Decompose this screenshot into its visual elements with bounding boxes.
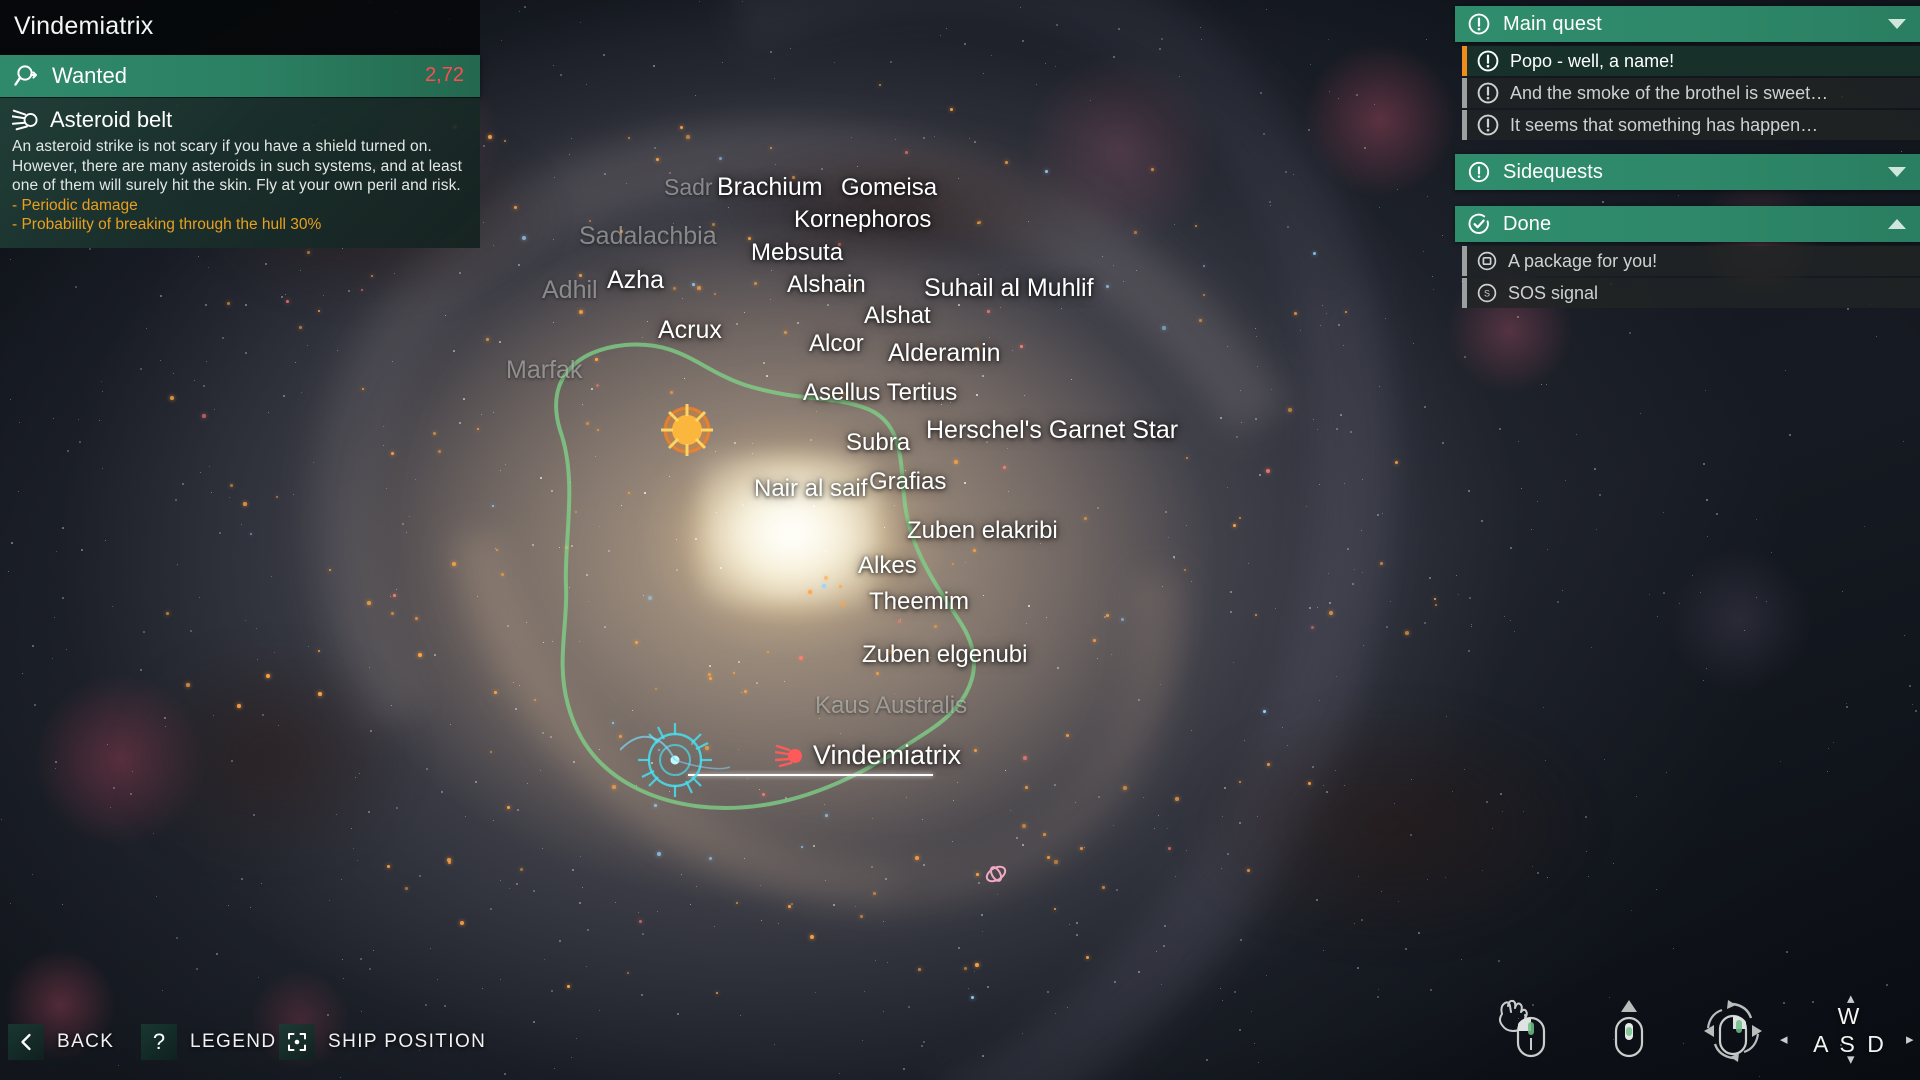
- quest-exclamation-icon: [1477, 82, 1499, 104]
- star-label-acrux[interactable]: Acrux: [658, 316, 722, 345]
- star-label-alshain[interactable]: Alshain: [787, 271, 866, 299]
- arrow-right-icon: ▸: [1906, 1031, 1914, 1048]
- arrow-left-icon: ◂: [1780, 1031, 1788, 1048]
- star-label-kornephoros[interactable]: Kornephoros: [794, 206, 931, 234]
- check-circle-icon: [1468, 213, 1490, 235]
- wanted-value: 2,72: [425, 64, 464, 86]
- star-label-grafias[interactable]: Grafias: [869, 468, 946, 496]
- arrow-up-icon: ▴: [1847, 990, 1855, 1007]
- star-label-marfak[interactable]: Marfak: [506, 356, 582, 385]
- star-label-alshat[interactable]: Alshat: [864, 302, 931, 330]
- quest-item[interactable]: Popo - well, a name!: [1462, 46, 1920, 76]
- package-icon: [1477, 251, 1497, 271]
- star-label-sadr[interactable]: Sadr: [664, 174, 713, 201]
- legend-label: LEGEND: [190, 1031, 277, 1052]
- asteroid-icon: [12, 109, 38, 131]
- wasd-row1: W: [1837, 1003, 1863, 1029]
- selected-system-underline: [688, 774, 933, 776]
- star-label-mebsuta[interactable]: Mebsuta: [751, 239, 843, 267]
- quest-item-label: Popo - well, a name!: [1510, 50, 1675, 71]
- wasd-keys-hint: W A S D ◂ ▴ ▾ ▸: [1780, 990, 1914, 1068]
- galaxy-icon-kaus-australis: [984, 862, 1008, 886]
- quest-section-gap: [1455, 194, 1920, 206]
- back-label: BACK: [57, 1031, 115, 1052]
- star-label-alderamin[interactable]: Alderamin: [888, 339, 1001, 368]
- hazard-title: Asteroid belt: [50, 107, 173, 132]
- quest-section-gap: [1455, 142, 1920, 154]
- star-label-kaus-australis[interactable]: Kaus Australis: [815, 692, 967, 720]
- chevron-up-icon[interactable]: [1888, 219, 1906, 229]
- arrow-down-icon: ▾: [1847, 1051, 1855, 1068]
- mouse-right-rotate-icon: [1694, 996, 1764, 1062]
- chevron-left-icon: [8, 1024, 44, 1060]
- star-label-sadalachbia[interactable]: Sadalachbia: [579, 222, 717, 251]
- hazard-info-box: Asteroid belt An asteroid strike is not …: [0, 97, 480, 248]
- star-label-alkes[interactable]: Alkes: [858, 552, 917, 580]
- star-label-zuben-elakribi[interactable]: Zuben elakribi: [907, 517, 1058, 545]
- quest-exclamation-icon: [1477, 114, 1499, 136]
- sidequest-icon: [1468, 161, 1490, 183]
- quest-exclamation-icon: [1468, 13, 1490, 35]
- svg-text:S: S: [1484, 289, 1490, 299]
- quest-item-label: And the smoke of the brothel is sweet…: [1510, 82, 1829, 103]
- star-label-asellus-tertius[interactable]: Asellus Tertius: [803, 379, 957, 407]
- ship-position-label: SHIP POSITION: [328, 1031, 487, 1052]
- quest-item-label: It seems that something has happen…: [1510, 114, 1819, 135]
- star-label-nair-al-saif[interactable]: Nair al saif: [754, 475, 867, 503]
- mouse-wheel-icon: [1594, 996, 1664, 1062]
- wanted-label: Wanted: [52, 62, 128, 88]
- star-label-suhail-al-muhlif[interactable]: Suhail al Muhlif: [924, 274, 1094, 303]
- quest-log-panel: Main quest Popo - well, a name! And the …: [1455, 6, 1920, 310]
- star-label-herschel-s-garnet-star[interactable]: Herschel's Garnet Star: [926, 416, 1178, 445]
- star-label-theemim[interactable]: Theemim: [869, 588, 969, 616]
- selected-system-label[interactable]: Vindemiatrix: [775, 740, 961, 771]
- system-name: Vindemiatrix: [14, 12, 154, 40]
- quest-item[interactable]: A package for you!: [1462, 246, 1920, 276]
- ship-position-button[interactable]: SHIP POSITION: [279, 1024, 486, 1060]
- quest-item[interactable]: S SOS signal: [1462, 278, 1920, 308]
- system-info-panel: Vindemiatrix Wanted 2,72 Asteroid belt A…: [0, 0, 480, 248]
- selected-system-name: Vindemiatrix: [813, 740, 962, 770]
- system-title-bar: Vindemiatrix: [0, 0, 480, 55]
- control-hints: W A S D ◂ ▴ ▾ ▸: [1494, 990, 1914, 1068]
- chevron-down-icon[interactable]: [1888, 167, 1906, 177]
- asteroid-icon: [775, 744, 803, 767]
- quest-exclamation-icon: [1477, 50, 1499, 72]
- back-button[interactable]: BACK: [8, 1024, 114, 1060]
- wanted-status-bar: Wanted 2,72: [0, 55, 480, 97]
- star-label-adhil[interactable]: Adhil: [542, 276, 598, 305]
- legend-button[interactable]: ? LEGEND: [141, 1024, 277, 1060]
- star-label-zuben-elgenubi[interactable]: Zuben elgenubi: [862, 641, 1027, 669]
- star-label-gomeisa[interactable]: Gomeisa: [841, 174, 937, 202]
- question-icon: ?: [141, 1024, 177, 1060]
- hazard-header: Asteroid belt: [12, 107, 466, 133]
- quest-section-header-sidequests[interactable]: Sidequests: [1455, 154, 1920, 190]
- crosshair-icon: [279, 1024, 315, 1060]
- mouse-left-drag-icon: [1494, 996, 1564, 1062]
- quest-item-label: SOS signal: [1508, 282, 1599, 303]
- quest-section-title: Done: [1503, 212, 1552, 235]
- wanted-magnifier-icon: [14, 64, 40, 88]
- chevron-down-icon[interactable]: [1888, 19, 1906, 29]
- quest-item[interactable]: It seems that something has happen…: [1462, 110, 1920, 140]
- quest-item-label: A package for you!: [1508, 250, 1658, 271]
- quest-section-header-main-quest[interactable]: Main quest: [1455, 6, 1920, 42]
- hazard-description: An asteroid strike is not scary if you h…: [12, 138, 462, 194]
- star-label-brachium[interactable]: Brachium: [717, 173, 823, 202]
- star-map-screen: Sadr Brachium Gomeisa Kornephoros Sadalachbi…: [0, 0, 1920, 1080]
- quest-item[interactable]: And the smoke of the brothel is sweet…: [1462, 78, 1920, 108]
- quest-section-title: Main quest: [1503, 12, 1602, 35]
- hazard-effect: - Probability of breaking through the hu…: [12, 216, 322, 233]
- sos-icon: S: [1477, 283, 1497, 303]
- hazard-effect: - Periodic damage: [12, 196, 138, 214]
- quest-section-header-done[interactable]: Done: [1455, 206, 1920, 242]
- star-label-subra[interactable]: Subra: [846, 429, 910, 457]
- star-label-alcor[interactable]: Alcor: [809, 330, 864, 358]
- star-label-azha[interactable]: Azha: [607, 266, 664, 295]
- quest-section-title: Sidequests: [1503, 160, 1603, 183]
